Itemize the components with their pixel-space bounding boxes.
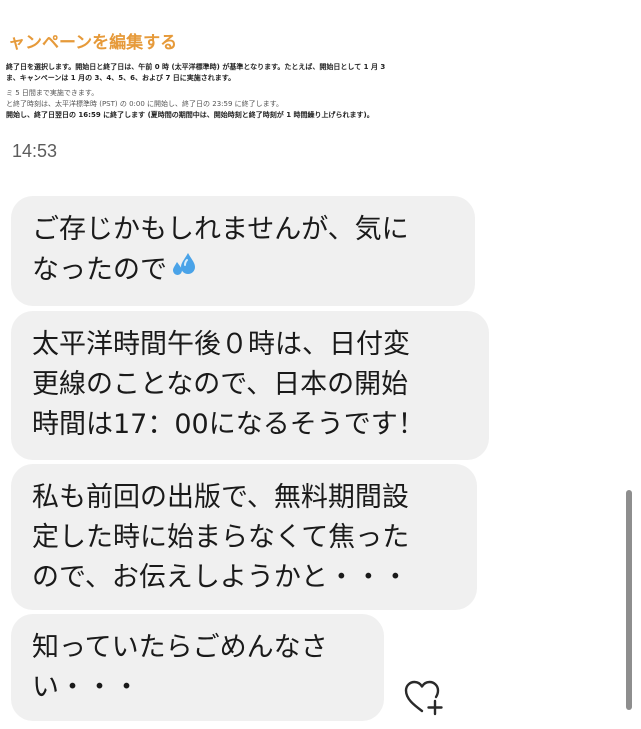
message-line: い・・・ bbox=[32, 672, 140, 703]
message-line: ので、お伝えしようかと・・・ bbox=[32, 562, 409, 593]
image-text-line: ま、キャンペーンは 1 月の 3、4、5、6、および 7 日に実施されます。 bbox=[6, 74, 236, 82]
scrollbar[interactable] bbox=[626, 490, 632, 710]
image-text-line: 終了日を選択します。開始日と終了日は、午前 0 時 (太平洋標準時) が基準とな… bbox=[6, 63, 386, 71]
message-line: 知っていたらごめんなさ bbox=[32, 632, 328, 663]
message-bubble[interactable]: 私も前回の出版で、無料期間設 定した時に始まらなくて焦った ので、お伝えしようか… bbox=[11, 464, 477, 610]
shared-screenshot-image[interactable]: ャンペーンを編集する 終了日を選択します。開始日と終了日は、午前 0 時 (太平… bbox=[0, 22, 500, 126]
sweat-droplets-icon bbox=[169, 250, 199, 292]
message-line: 更線のことなので、日本の開始 bbox=[32, 369, 409, 400]
message-line: ご存じかもしれませんが、気に bbox=[32, 214, 409, 245]
heart-plus-icon[interactable] bbox=[402, 677, 446, 719]
message-bubble[interactable]: 太平洋時間午後０時は、日付変 更線のことなので、日本の開始 時間は17：00にな… bbox=[11, 311, 489, 460]
message-line: 時間は17：00になるそうです！ bbox=[32, 409, 425, 440]
image-text-line: と終了時刻は、太平洋標準時 (PST) の 0:00 に開始し、終了日の 23:… bbox=[6, 100, 283, 108]
message-line: 太平洋時間午後０時は、日付変 bbox=[32, 329, 410, 360]
image-text-line: 開始し、終了日翌日の 16:59 に終了します (夏時間の期間中は、開始時刻と終… bbox=[6, 111, 374, 119]
message-line: 定した時に始まらなくて焦った bbox=[32, 522, 410, 553]
message-bubble[interactable]: 知っていたらごめんなさ い・・・ bbox=[11, 614, 384, 721]
image-title: ャンペーンを編集する bbox=[8, 33, 178, 53]
message-bubble[interactable]: ご存じかもしれませんが、気に なったので bbox=[11, 196, 475, 306]
message-timestamp: 14:53 bbox=[12, 141, 58, 161]
message-line-with-emoji: なったので bbox=[32, 250, 455, 292]
message-line: 私も前回の出版で、無料期間設 bbox=[32, 482, 409, 513]
message-line-text: なったので bbox=[32, 254, 167, 286]
image-text-line: ミ 5 日間まで実施できます。 bbox=[6, 89, 99, 97]
